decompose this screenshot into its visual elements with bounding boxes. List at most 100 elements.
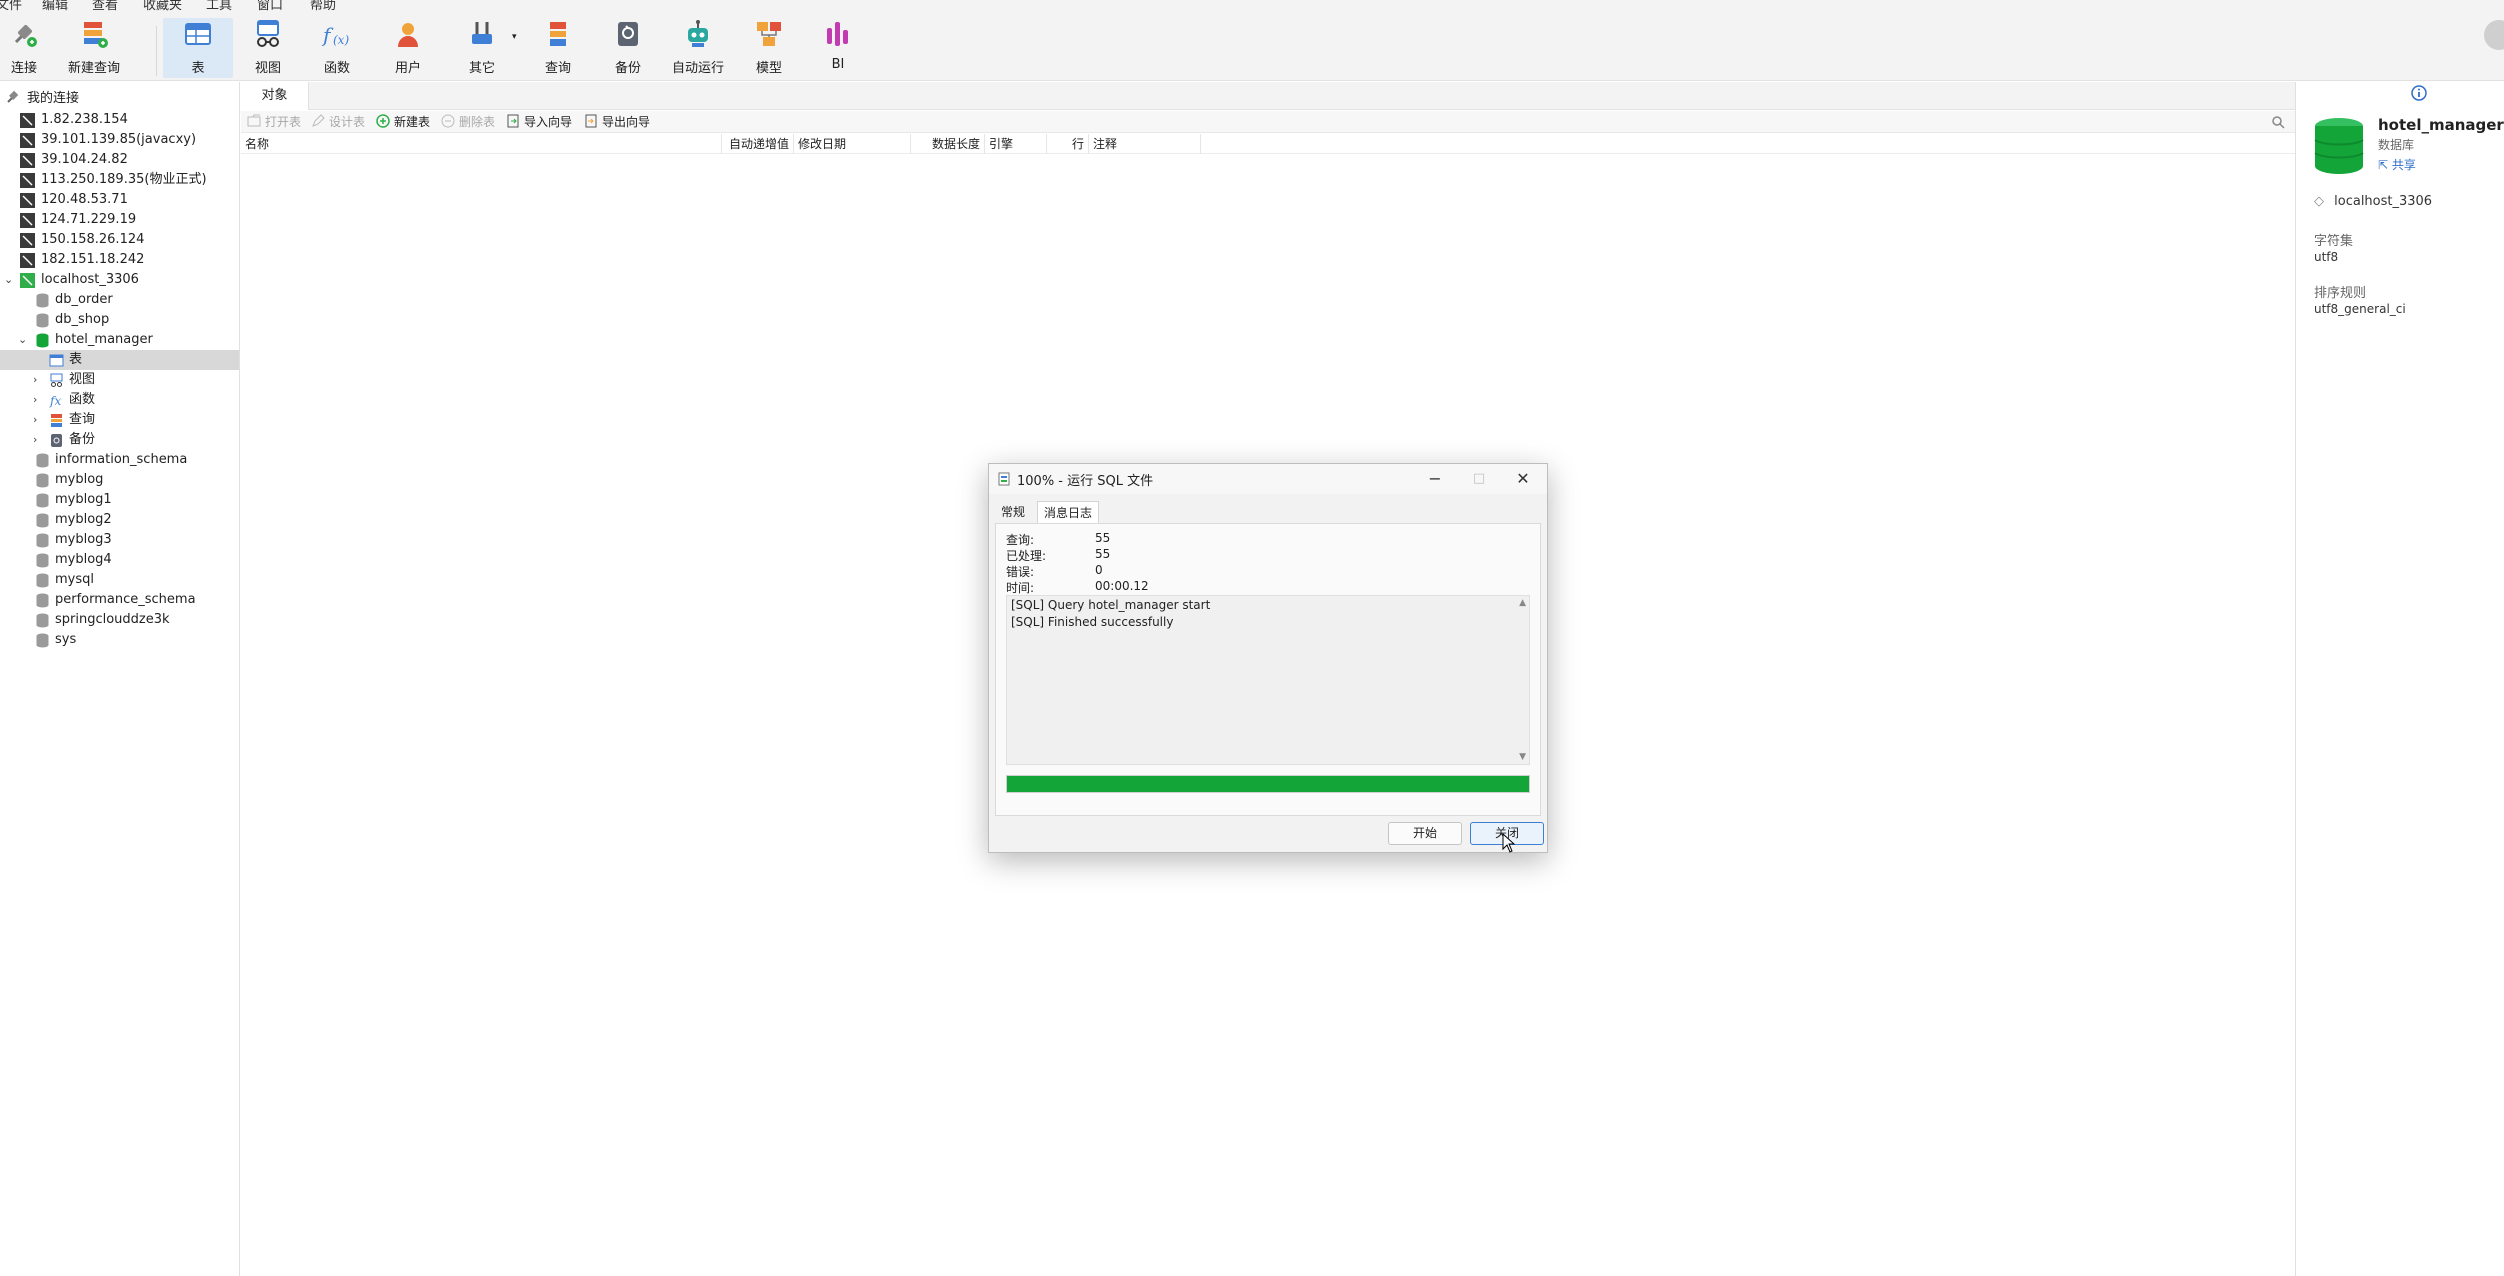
- menu-help[interactable]: 帮助: [310, 0, 336, 12]
- close-icon[interactable]: ✕: [1503, 466, 1543, 492]
- view-button[interactable]: 视图: [248, 18, 288, 78]
- menu-bar: 文件 编辑 查看 收藏夹 工具 窗口 帮助: [0, 0, 2504, 12]
- import-wizard-button[interactable]: 导入向导: [506, 111, 572, 133]
- table-button[interactable]: 表: [163, 18, 233, 78]
- tree-database[interactable]: db_order: [0, 290, 239, 310]
- tab-general[interactable]: 常规: [995, 501, 1031, 523]
- tree-database[interactable]: myblog1: [0, 490, 239, 510]
- chevron-down-icon[interactable]: ⌄: [18, 330, 28, 350]
- chevron-right-icon[interactable]: ›: [33, 430, 43, 450]
- connect-button[interactable]: 连接: [4, 18, 44, 78]
- other-button[interactable]: 其它 ▾: [460, 18, 517, 78]
- start-button[interactable]: 开始: [1388, 822, 1462, 845]
- query-icon: [550, 22, 566, 46]
- tree-database[interactable]: myblog2: [0, 510, 239, 530]
- design-table-button[interactable]: 设计表: [311, 111, 365, 133]
- function-button[interactable]: f (x) 函数: [317, 18, 357, 78]
- tree-database[interactable]: mysql: [0, 570, 239, 590]
- object-toolbar: 打开表 设计表 新建表 删除表 导入向导 导出向导: [241, 111, 2295, 133]
- tree-node-functions[interactable]: › fx 函数: [0, 390, 239, 410]
- new-query-button[interactable]: 新建查询: [66, 18, 122, 78]
- tree-connection[interactable]: 150.158.26.124: [0, 230, 239, 250]
- tab-message-log[interactable]: 消息日志: [1037, 501, 1100, 523]
- tree-node-backups[interactable]: › 备份: [0, 430, 239, 450]
- share-link[interactable]: ⇱ 共享: [2378, 156, 2416, 173]
- tab-objects[interactable]: 对象: [241, 82, 309, 110]
- scroll-up-icon[interactable]: ▲: [1519, 598, 1526, 608]
- user-label: 用户: [394, 61, 421, 76]
- tree-database[interactable]: sys: [0, 630, 239, 650]
- query-button[interactable]: 查询: [538, 18, 578, 78]
- chevron-down-icon[interactable]: ▾: [512, 32, 517, 42]
- tree-database[interactable]: information_schema: [0, 450, 239, 470]
- search-icon[interactable]: [2271, 115, 2285, 129]
- tree-connection[interactable]: 124.71.229.19: [0, 210, 239, 230]
- column-engine[interactable]: 引擎: [985, 134, 1047, 154]
- scroll-down-icon[interactable]: ▼: [1519, 752, 1526, 762]
- tree-node-queries[interactable]: › 查询: [0, 410, 239, 430]
- chevron-right-icon[interactable]: ›: [33, 390, 43, 410]
- tree-connection-label: 150.158.26.124: [41, 232, 145, 247]
- tree-connection[interactable]: 120.48.53.71: [0, 190, 239, 210]
- menu-tools[interactable]: 工具: [206, 0, 232, 12]
- column-auto-increment[interactable]: 自动递增值: [722, 134, 794, 154]
- automation-button[interactable]: 自动运行: [672, 18, 724, 78]
- backup-button[interactable]: 备份: [608, 18, 648, 78]
- tree-node-views[interactable]: › 视图: [0, 370, 239, 390]
- tree-database[interactable]: springclouddze3k: [0, 610, 239, 630]
- tree-connection[interactable]: 182.151.18.242: [0, 250, 239, 270]
- message-log[interactable]: [SQL] Query hotel_manager start [SQL] Fi…: [1006, 595, 1530, 765]
- user-icon: [398, 23, 418, 47]
- sql-file-icon: [998, 472, 1010, 486]
- dialog-title-bar[interactable]: 100% - 运行 SQL 文件 − □ ✕: [989, 464, 1547, 494]
- tree-database[interactable]: myblog3: [0, 530, 239, 550]
- model-button[interactable]: 模型: [749, 18, 789, 78]
- column-name[interactable]: 名称: [245, 134, 722, 154]
- tree-connection[interactable]: 113.250.189.35(物业正式): [0, 170, 239, 190]
- minimize-icon[interactable]: −: [1415, 466, 1455, 492]
- menu-file[interactable]: 文件: [0, 0, 22, 12]
- bi-button[interactable]: BI: [820, 18, 856, 78]
- menu-edit[interactable]: 编辑: [42, 0, 68, 12]
- view-icon: [257, 20, 279, 47]
- model-icon: [757, 22, 781, 46]
- tree-node-label: 备份: [69, 432, 96, 447]
- tree-node-label: 函数: [69, 392, 96, 407]
- menu-favorites[interactable]: 收藏夹: [143, 0, 182, 12]
- tree-connection-local[interactable]: ⌄ localhost_3306: [0, 270, 239, 290]
- database-icon: [36, 633, 49, 648]
- chevron-down-icon[interactable]: ⌄: [4, 270, 14, 290]
- column-rows[interactable]: 行: [1047, 134, 1089, 154]
- menu-view[interactable]: 查看: [92, 0, 118, 12]
- tree-node-tables[interactable]: 表: [0, 350, 239, 370]
- column-data-length[interactable]: 数据长度: [911, 134, 985, 154]
- tree-connection[interactable]: 1.82.238.154: [0, 110, 239, 130]
- connect-label: 连接: [10, 61, 37, 76]
- info-icon[interactable]: [2411, 85, 2427, 101]
- tree-connection[interactable]: 39.104.24.82: [0, 150, 239, 170]
- column-modified-date[interactable]: 修改日期: [794, 134, 911, 154]
- menu-window[interactable]: 窗口: [257, 0, 283, 12]
- column-comment[interactable]: 注释: [1089, 134, 1201, 154]
- server-icon: [20, 153, 35, 168]
- function-icon: f (x): [321, 23, 349, 47]
- chevron-right-icon[interactable]: ›: [33, 370, 43, 390]
- delete-table-button[interactable]: 删除表: [441, 111, 495, 133]
- tree-database-open[interactable]: ⌄ hotel_manager: [0, 330, 239, 350]
- tree-database[interactable]: db_shop: [0, 310, 239, 330]
- open-table-button[interactable]: 打开表: [247, 111, 301, 133]
- tree-node-label: 表: [69, 352, 83, 367]
- tree-database[interactable]: myblog: [0, 470, 239, 490]
- tree-connection[interactable]: 39.101.139.85(javacxy): [0, 130, 239, 150]
- new-table-button[interactable]: 新建表: [376, 111, 430, 133]
- export-wizard-button[interactable]: 导出向导: [584, 111, 650, 133]
- log-scrollbar[interactable]: ▲ ▼: [1515, 596, 1529, 764]
- chevron-right-icon[interactable]: ›: [33, 410, 43, 430]
- tree-database[interactable]: myblog4: [0, 550, 239, 570]
- tree-database[interactable]: performance_schema: [0, 590, 239, 610]
- server-connected-icon: [20, 273, 35, 288]
- server-icon: [20, 233, 35, 248]
- stat-value: 0: [1095, 563, 1103, 577]
- function-label: 函数: [323, 61, 350, 76]
- user-button[interactable]: 用户: [388, 18, 428, 78]
